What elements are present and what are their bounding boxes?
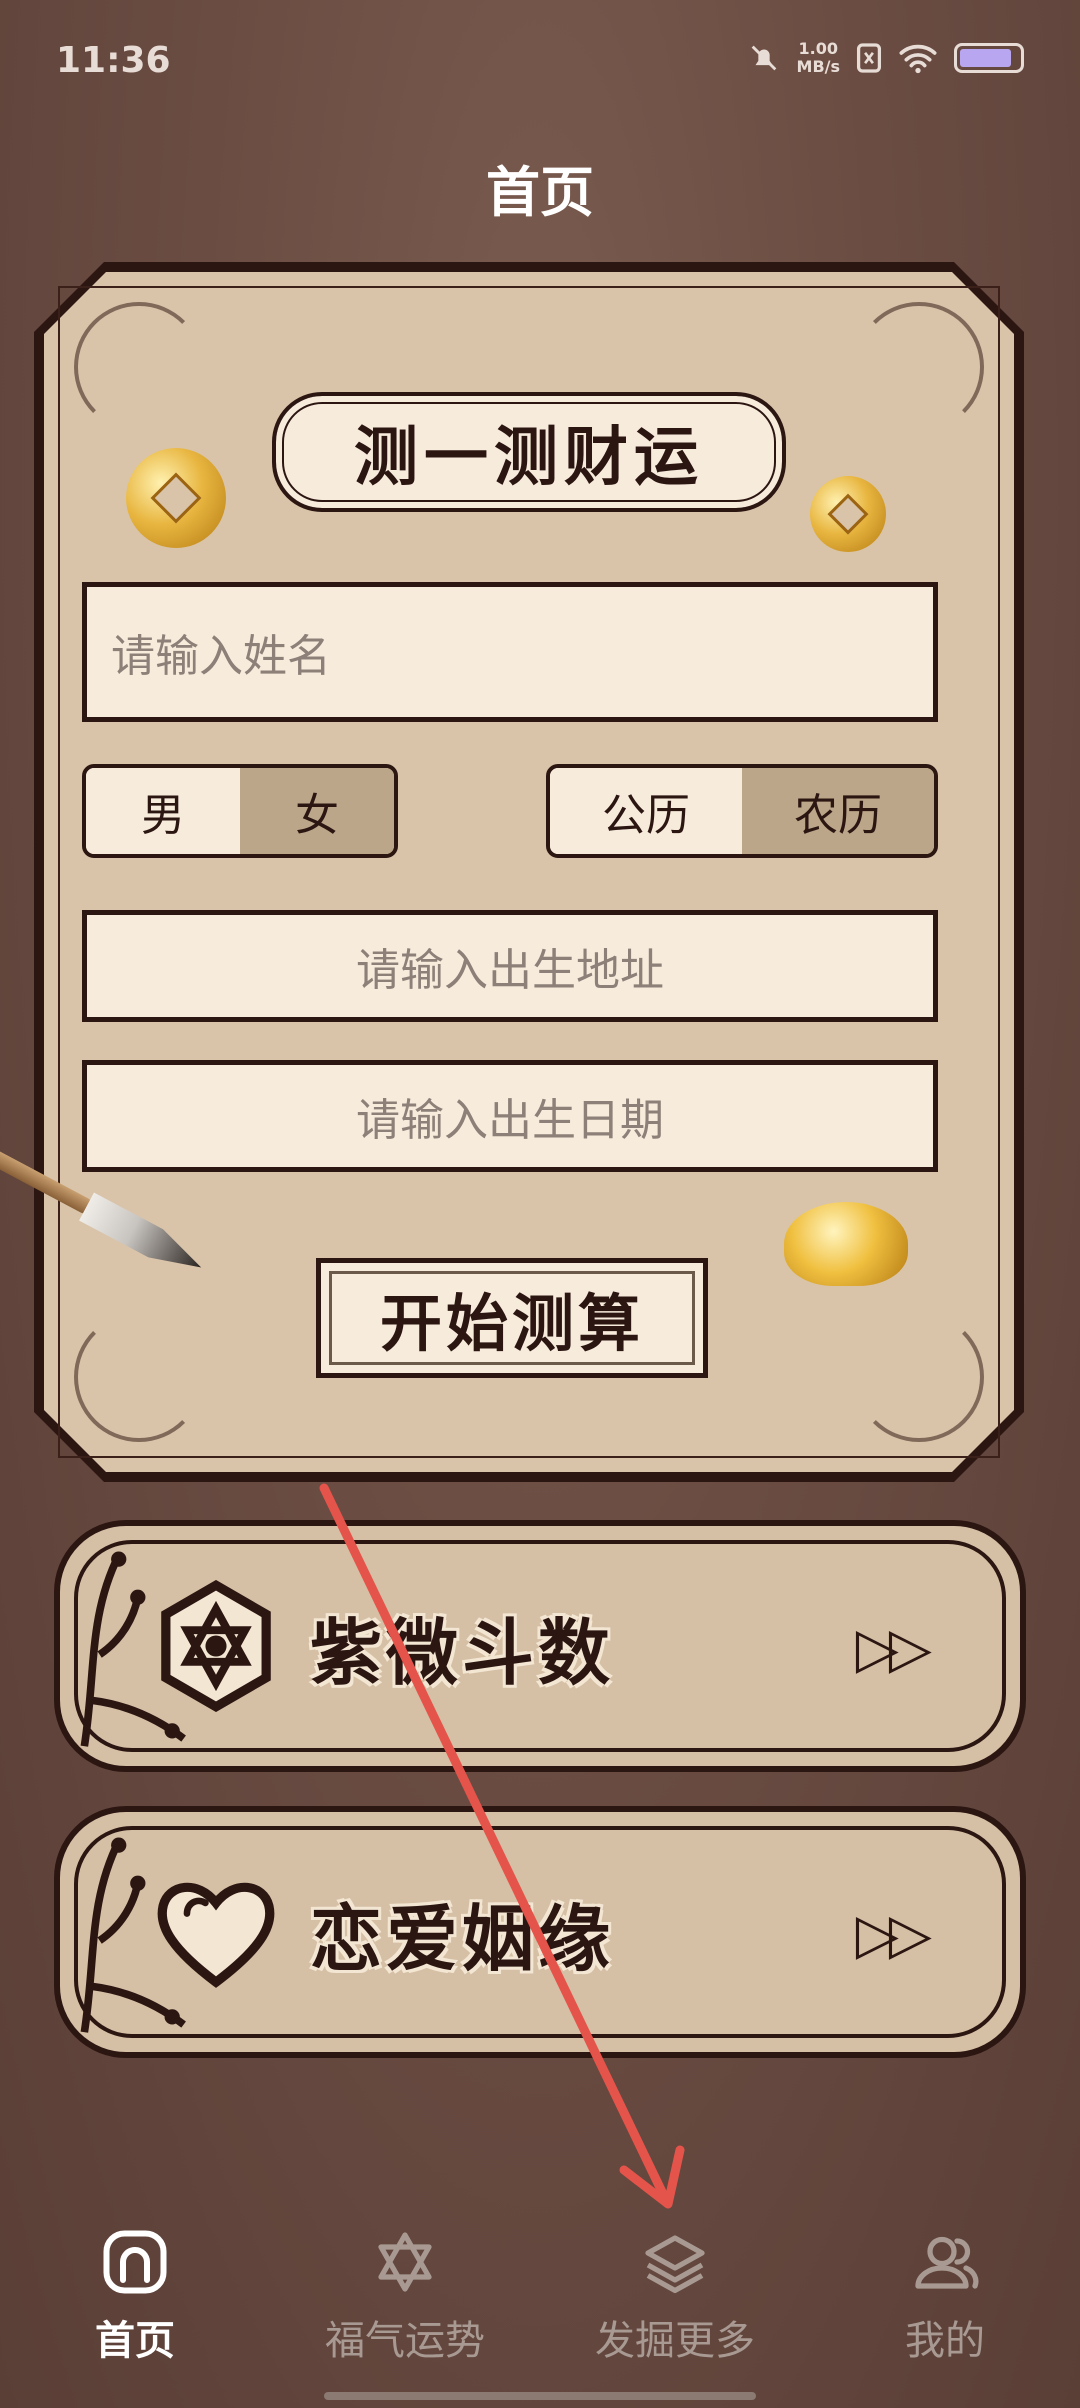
fortune-test-card: 测一测财运 请输入姓名 男 女 公历 农历 请输入出生地址 请输入出生日期 开始… xyxy=(34,262,1024,1482)
birthplace-placeholder: 请输入出生地址 xyxy=(356,945,664,996)
net-speed: 1.00 MB/s xyxy=(797,40,840,76)
corner-scroll-ornament-icon xyxy=(854,302,984,432)
battery-icon xyxy=(954,43,1024,73)
net-speed-value: 1.00 xyxy=(798,39,838,58)
nav-label-discover: 发掘更多 xyxy=(595,2318,755,2364)
mute-bell-icon xyxy=(751,45,776,71)
layers-icon xyxy=(645,2235,705,2294)
ziwei-emblem-icon xyxy=(161,1580,271,1712)
corner-scroll-ornament-icon xyxy=(74,1312,204,1442)
status-icons: 1.00 MB/s xyxy=(747,40,1024,76)
calendar-toggle[interactable]: 公历 农历 xyxy=(546,764,938,858)
sim-icon xyxy=(856,43,882,73)
love-marriage-title: 恋爱姻缘 xyxy=(310,1896,615,1981)
heart-icon xyxy=(157,1882,275,1988)
corner-scroll-ornament-icon xyxy=(74,302,204,432)
double-chevron-right-icon: ▷▷ xyxy=(855,1902,932,1967)
gender-toggle[interactable]: 男 女 xyxy=(82,764,398,858)
star-of-david-icon xyxy=(378,2232,432,2292)
status-bar: 11:36 1.00 MB/s xyxy=(0,0,1080,120)
users-icon xyxy=(915,2236,979,2289)
birthdate-placeholder: 请输入出生日期 xyxy=(356,1095,664,1146)
wifi-icon xyxy=(899,44,937,74)
name-input[interactable]: 请输入姓名 xyxy=(82,582,938,722)
page-title: 首页 xyxy=(486,161,594,224)
love-marriage-banner[interactable]: 恋爱姻缘 ▷▷ xyxy=(54,1806,1026,2058)
nav-label-profile: 我的 xyxy=(905,2318,985,2364)
birthdate-input[interactable]: 请输入出生日期 xyxy=(82,1060,938,1172)
nav-item-profile[interactable]: 我的 xyxy=(810,2200,1080,2408)
ziwei-doushu-banner[interactable]: 紫微斗数 ▷▷ xyxy=(54,1520,1026,1772)
coin-icon xyxy=(126,448,226,548)
ziwei-doushu-title: 紫微斗数 xyxy=(310,1610,615,1695)
bottom-navigation: 首页 福气运势 发掘更多 我的 xyxy=(0,2200,1080,2408)
gender-option-female[interactable]: 女 xyxy=(240,768,394,854)
coin-icon xyxy=(810,476,886,552)
status-time: 11:36 xyxy=(56,40,171,81)
nav-item-fortune[interactable]: 福气运势 xyxy=(270,2200,540,2408)
nav-item-home[interactable]: 首页 xyxy=(0,2200,270,2408)
net-speed-unit: MB/s xyxy=(796,57,840,76)
home-indicator[interactable] xyxy=(324,2392,756,2400)
double-chevron-right-icon: ▷▷ xyxy=(855,1616,932,1681)
gold-ingot-icon xyxy=(784,1202,908,1286)
nav-label-home: 首页 xyxy=(95,2318,175,2364)
home-icon xyxy=(103,2230,167,2294)
corner-scroll-ornament-icon xyxy=(854,1312,984,1442)
gender-option-male[interactable]: 男 xyxy=(86,768,240,854)
name-placeholder: 请输入姓名 xyxy=(111,631,331,682)
card-heading: 测一测财运 xyxy=(272,392,786,512)
nav-label-fortune: 福气运势 xyxy=(325,2318,485,2364)
nav-item-discover[interactable]: 发掘更多 xyxy=(540,2200,810,2408)
calendar-option-lunar[interactable]: 农历 xyxy=(742,768,934,854)
calendar-option-solar[interactable]: 公历 xyxy=(550,768,742,854)
start-calculation-button[interactable]: 开始测算 xyxy=(316,1258,708,1378)
birthplace-input[interactable]: 请输入出生地址 xyxy=(82,910,938,1022)
